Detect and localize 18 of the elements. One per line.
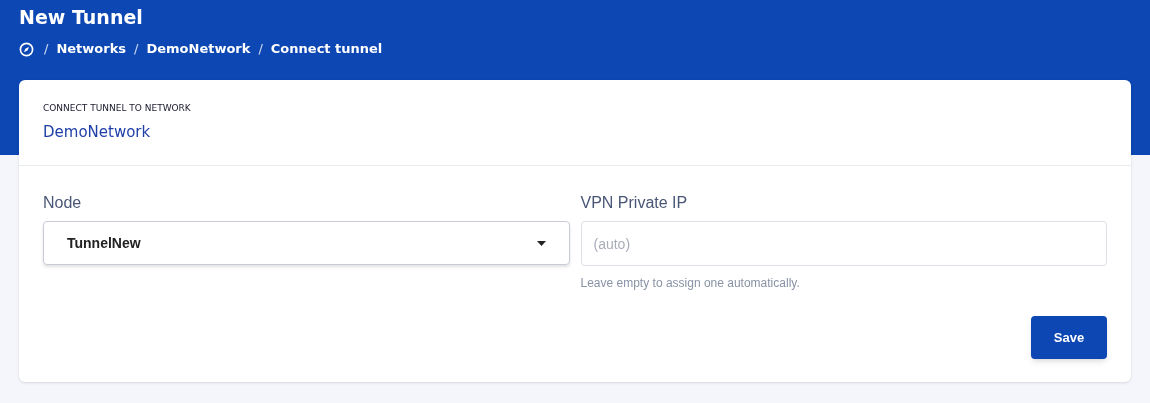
breadcrumb-separator: / <box>134 40 139 59</box>
breadcrumb-link[interactable]: DemoNetwork <box>146 39 251 59</box>
card-title: DemoNetwork <box>43 122 152 142</box>
compass-icon[interactable] <box>19 41 34 57</box>
save-button[interactable]: Save <box>1031 316 1107 359</box>
breadcrumb-link[interactable]: Connect tunnel <box>270 39 383 59</box>
select-value: TunnelNew <box>67 233 141 253</box>
help-text: Leave empty to assign one automatically. <box>580 275 801 292</box>
breadcrumb-separator: / <box>258 40 263 59</box>
ip-input-field[interactable]: (auto) <box>580 221 1107 266</box>
field-label: VPN Private IP <box>580 193 689 213</box>
breadcrumb-separator: / <box>44 40 49 59</box>
caret-icon <box>536 240 546 246</box>
page-title: New Tunnel <box>19 5 144 30</box>
breadcrumb-link[interactable]: Networks <box>56 39 127 59</box>
node-select[interactable]: TunnelNew <box>43 221 570 265</box>
card-subtitle: CONNECT TUNNEL TO NETWORK <box>43 102 192 114</box>
field-label: Node <box>43 193 83 213</box>
